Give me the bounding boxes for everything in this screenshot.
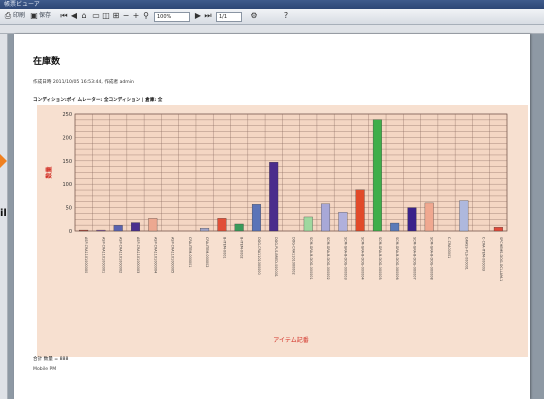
two-page-icon[interactable]: ◫ xyxy=(102,12,110,20)
report-footnote: Mobile PM xyxy=(33,367,57,372)
x-tick-label: SCM-GRA-B-DOG-000002 xyxy=(326,237,330,280)
y-tick-label: 250 xyxy=(62,112,72,118)
y-tick-label: 150 xyxy=(62,159,72,165)
settings-icon[interactable]: ⚙ xyxy=(250,12,258,20)
bar-4 xyxy=(131,222,140,232)
page-number-field[interactable]: 1/1 xyxy=(216,12,242,22)
x-tick-label: ASP-CRA1101000001 xyxy=(101,237,105,273)
x-tick-label: SCM-GRA-B-DOG-000008 xyxy=(430,237,434,280)
x-tick-label: GRASS-PLS-000001 xyxy=(464,237,468,270)
prev-page-icon[interactable]: ◀ xyxy=(70,12,78,20)
page-number-value: 1/1 xyxy=(219,14,228,20)
x-tick-label: DOG-CRA1101000002 xyxy=(292,237,296,275)
cropped-side-text: il xyxy=(0,208,6,219)
bar-9 xyxy=(217,218,227,232)
x-tick-label: CRA-ITEM-000002 xyxy=(205,237,209,267)
x-tick-label: ASP-CRA1101000004 xyxy=(153,237,157,273)
bar-14 xyxy=(303,216,313,232)
x-tick-label: SCM-GRA-B-DOG-000005 xyxy=(378,237,382,280)
search-icon[interactable]: ⚲ xyxy=(142,12,150,20)
x-tick-label: ASP-CRA1101000003 xyxy=(136,237,140,273)
bar-10 xyxy=(234,223,244,232)
bar-25 xyxy=(493,227,503,232)
print-button[interactable]: 印刷 xyxy=(13,11,25,21)
x-tick-label: C-CRA00001 xyxy=(447,237,451,258)
x-tick-label: ASP-CRA1101000005 xyxy=(171,237,175,273)
next-page-icon[interactable]: ▶ xyxy=(194,12,202,20)
x-tick-label: SCM-GRA-B-DOG-000007 xyxy=(412,237,416,280)
bar-15 xyxy=(321,203,331,232)
x-tick-label: SCM-GRA-B-DOG-000006 xyxy=(395,237,399,280)
bar-12 xyxy=(269,162,279,232)
zoom-value: 100% xyxy=(157,14,172,20)
zoom-in-icon[interactable]: + xyxy=(132,12,140,20)
bar-16 xyxy=(338,212,348,232)
report-meta: 作成日時 2011/10/05 16:53:44, 作成者 admin xyxy=(33,80,134,85)
bar-2 xyxy=(96,229,106,232)
first-page-icon[interactable]: ⏮ xyxy=(60,12,68,20)
report-title: 在庫数 xyxy=(33,57,61,67)
bar-19 xyxy=(390,222,400,232)
x-tick-label: CRA-ITEM-000001 xyxy=(188,237,192,267)
x-tick-label: DOG-PLS-BRED-000001 xyxy=(274,237,278,277)
bar-chart: 0 50 100 150 200 250 ASP-CRA1101000000 ASP-CRA1… xyxy=(45,112,508,344)
print-icon[interactable]: ⎙ xyxy=(4,12,12,20)
x-tick-label: ASP-CRA1101000000 xyxy=(84,237,88,273)
help-icon[interactable]: ? xyxy=(282,12,290,20)
single-page-icon[interactable]: ▭ xyxy=(92,12,100,20)
toolbar: ⎙ 印刷 ▣ 保存 ⏮ ◀ ⌂ ▭ ◫ ⊞ − + ⚲ 100% ▶ ⏭ 1/1… xyxy=(0,9,544,25)
y-tick-label: 50 xyxy=(66,206,72,212)
report-condition: コンディション:ポイ ムレーター: 全コンディション | 倉庫: 全 xyxy=(33,98,163,103)
window-titlebar: 帳票ビューア xyxy=(0,0,544,9)
bar-17 xyxy=(355,189,365,232)
x-tick-label: B-ITEM-0002 xyxy=(240,237,244,259)
zoom-select[interactable]: 100% xyxy=(154,12,190,22)
bar-18 xyxy=(372,119,382,232)
report-page: 在庫数 作成日時 2011/10/05 16:53:44, 作成者 admin … xyxy=(14,34,530,399)
bar-5 xyxy=(148,218,158,232)
x-tick-label: SPCHEMS-DOG-OCLLAM-1 xyxy=(499,237,503,281)
save-button[interactable]: 保存 xyxy=(39,11,51,21)
save-icon[interactable]: ▣ xyxy=(30,12,38,20)
x-tick-label: B-ITEM-0001 xyxy=(222,237,226,259)
zoom-out-icon[interactable]: − xyxy=(122,12,130,20)
bar-23 xyxy=(459,200,469,232)
chart-area: 0 50 100 150 200 250 ASP-CRA1101000000 ASP-CRA1… xyxy=(37,105,528,357)
report-total: 合計 数量 = 888 xyxy=(33,357,69,362)
bar-1 xyxy=(79,229,89,232)
x-tick-label: SCM-GRA-B-DOG-000004 xyxy=(361,237,365,280)
x-tick-label: DOG-CRA1101000000 xyxy=(257,237,261,275)
x-tick-label: SCM-GRA-B-DOG-000003 xyxy=(343,237,347,280)
x-tick-label: SCM-GRA-B-DOG-000001 xyxy=(309,237,313,280)
horizontal-ruler xyxy=(0,25,544,34)
x-axis-title: アイテム記番 xyxy=(273,336,308,344)
orange-arrow-icon xyxy=(0,153,7,168)
x-tick-label: ASP-CRA1101000002 xyxy=(119,237,123,273)
y-axis-title: 数量 xyxy=(45,166,53,178)
y-tick-label: 200 xyxy=(62,135,72,141)
bar-21 xyxy=(424,202,434,232)
bar-20 xyxy=(407,207,417,232)
home-icon[interactable]: ⌂ xyxy=(80,12,88,20)
window-title: 帳票ビューア xyxy=(4,1,40,8)
bar-3 xyxy=(113,225,123,232)
last-page-icon[interactable]: ⏭ xyxy=(204,12,212,20)
y-tick-label: 100 xyxy=(62,182,72,188)
y-tick-label: 0 xyxy=(69,229,72,235)
bar-8 xyxy=(200,228,210,232)
fit-page-icon[interactable]: ⊞ xyxy=(112,12,120,20)
bar-11 xyxy=(251,204,261,232)
x-tick-label: C-CRA-ITEM-000003 xyxy=(482,237,486,271)
